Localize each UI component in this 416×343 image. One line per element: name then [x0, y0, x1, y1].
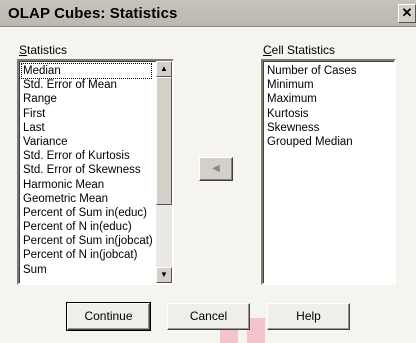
list-item[interactable]: Harmonic Mean	[22, 178, 155, 192]
list-item[interactable]: Variance	[22, 135, 155, 149]
scroll-down-button[interactable]: ▼	[156, 267, 172, 283]
cell-statistics-listbox[interactable]: Number of Cases Minimum Maximum Kurtosis Ske…	[261, 59, 396, 285]
list-item[interactable]: Minimum	[266, 78, 394, 92]
list-item[interactable]: Geometric Mean	[22, 192, 155, 206]
statistics-label: Statistics	[19, 43, 68, 57]
list-item[interactable]: Maximum	[266, 92, 394, 106]
list-item[interactable]: Median	[21, 62, 152, 80]
continue-button[interactable]: Continue	[66, 302, 151, 331]
list-item[interactable]: Std. Error of Kurtosis	[22, 149, 155, 163]
list-item[interactable]: Percent of N in(jobcat)	[22, 248, 155, 262]
close-icon: ✕	[401, 5, 413, 20]
statistics-items: Median Std. Error of Mean Range First Last Va…	[21, 62, 155, 277]
list-item[interactable]: First	[22, 107, 155, 121]
move-to-statistics-button[interactable]: ◀	[199, 157, 233, 181]
title-bar: OLAP Cubes: Statistics ✕	[0, 0, 416, 27]
list-item[interactable]: Percent of Sum in(educ)	[22, 206, 155, 220]
list-item[interactable]: Grouped Median	[266, 135, 394, 149]
cell-statistics-label: Cell Statistics	[263, 43, 336, 57]
cell-statistics-items: Number of Cases Minimum Maximum Kurtosis Ske…	[266, 64, 394, 149]
list-item[interactable]: Sum	[22, 263, 155, 277]
list-item[interactable]: Std. Error of Mean	[22, 78, 155, 92]
list-item[interactable]: Last	[22, 121, 155, 135]
list-item[interactable]: Percent of Sum in(jobcat)	[22, 234, 155, 248]
scroll-up-button[interactable]: ▲	[156, 61, 172, 77]
cancel-button[interactable]: Cancel	[167, 303, 250, 330]
list-item[interactable]: Skewness	[266, 121, 394, 135]
window-title: OLAP Cubes: Statistics	[8, 4, 178, 22]
scroll-thumb[interactable]	[156, 77, 172, 205]
list-item[interactable]: Percent of N in(educ)	[22, 220, 155, 234]
list-item[interactable]: Kurtosis	[266, 107, 394, 121]
statistics-listbox[interactable]: Median Std. Error of Mean Range First Last Va…	[17, 59, 174, 285]
list-item[interactable]: Number of Cases	[266, 64, 394, 78]
close-button[interactable]: ✕	[398, 4, 416, 23]
list-item[interactable]: Std. Error of Skewness	[22, 163, 155, 177]
list-item[interactable]: Range	[22, 92, 155, 106]
help-button[interactable]: Help	[267, 303, 350, 330]
left-arrow-icon: ◀	[212, 163, 220, 174]
statistics-scrollbar[interactable]: ▲ ▼	[156, 61, 172, 283]
